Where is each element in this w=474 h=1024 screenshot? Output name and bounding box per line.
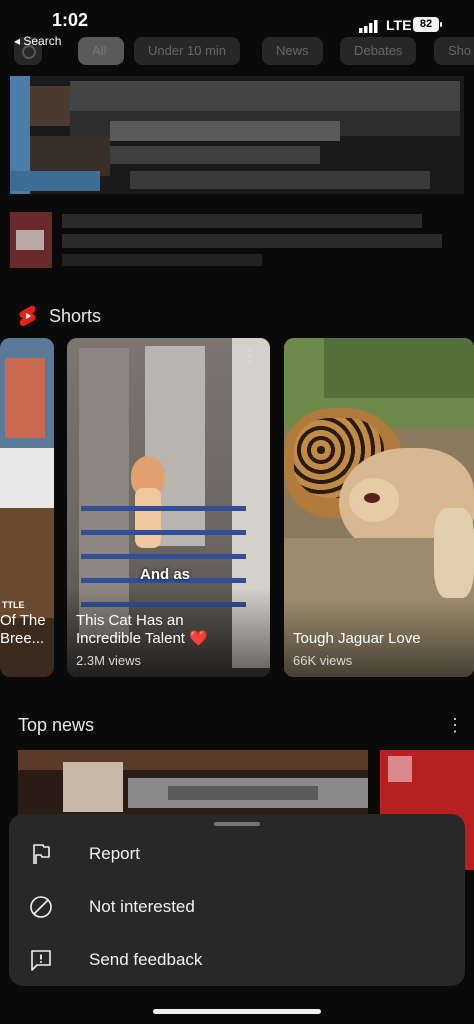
more-vert-icon[interactable]: ⋮: [446, 715, 464, 736]
battery-icon: 82: [413, 17, 442, 32]
home-indicator[interactable]: [153, 1009, 321, 1014]
short-caption-line2: Incredible Talent ❤️: [76, 630, 208, 647]
not-interested-label: Not interested: [89, 897, 195, 916]
short-views: 2.3M views: [76, 653, 142, 668]
feedback-icon: [31, 950, 51, 971]
not-interested-button[interactable]: Not interested: [9, 883, 465, 933]
short-caption: Bree...: [0, 630, 45, 647]
short-overlay-text: TTLE: [2, 600, 25, 610]
report-label: Report: [89, 844, 141, 863]
shorts-title: Shorts: [49, 306, 102, 326]
status-bar: 1:02 ◂ Search LTE 82: [0, 0, 474, 52]
short-card-2[interactable]: And as ⋮ This Cat Has an Incredible Tale…: [67, 338, 270, 677]
block-icon: [30, 896, 52, 918]
blurred-video-card[interactable]: [10, 76, 464, 194]
short-views: 66K views: [293, 653, 353, 668]
top-news-title: Top news: [18, 715, 95, 735]
short-overlay-text: And as: [140, 566, 191, 583]
network-label: LTE: [386, 17, 412, 33]
top-news-card-1[interactable]: [18, 750, 368, 820]
short-caption: Tough Jaguar Love: [293, 630, 421, 647]
short-more-icon[interactable]: ⋮: [242, 346, 258, 366]
sheet-drag-handle[interactable]: [214, 822, 260, 826]
flag-icon: [33, 844, 50, 864]
send-feedback-label: Send feedback: [89, 950, 203, 969]
back-to-search-link[interactable]: ◂ Search: [14, 34, 61, 48]
action-sheet: Report Not interested Send feedback: [9, 814, 465, 986]
signal-icon: [359, 20, 378, 33]
clock: 1:02: [52, 10, 89, 30]
short-card-1[interactable]: TTLE Of The Bree...: [0, 338, 54, 677]
short-card-3[interactable]: Tough Jaguar Love 66K views: [284, 338, 474, 677]
shorts-logo-icon: [19, 305, 36, 327]
blurred-video-meta[interactable]: [10, 212, 464, 272]
send-feedback-button[interactable]: Send feedback: [9, 936, 465, 986]
short-caption: Of The: [0, 612, 46, 629]
short-caption-line1: This Cat Has an: [76, 612, 184, 629]
report-button[interactable]: Report: [9, 830, 465, 880]
